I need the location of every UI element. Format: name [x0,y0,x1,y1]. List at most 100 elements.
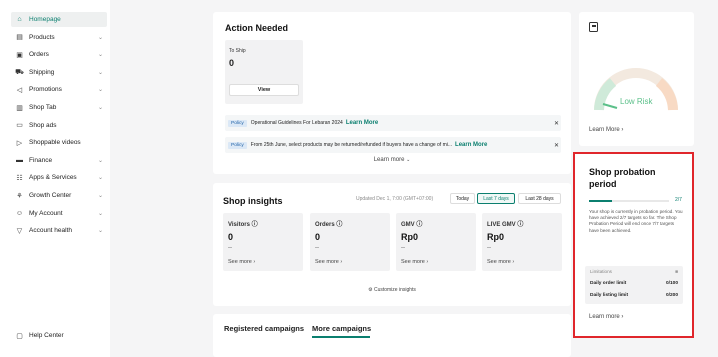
sidebar-item-label: Promotions [29,86,62,94]
action-needed-title: Action Needed [225,23,289,33]
see-more-link[interactable]: See more › [315,259,342,265]
info-icon: ⓘ [416,222,423,228]
action-needed-card: Action Needed To Ship 0 View Policy Oper… [213,12,571,174]
sidebar-item-orders[interactable]: ▣ Orders ⌄ [11,47,107,62]
probation-progress-text: 2/7 [675,197,682,203]
chevron-down-icon: ⌄ [97,87,103,94]
megaphone-icon: ◁ [16,86,23,94]
gauge-needle [602,103,618,109]
sidebar-item-label: Shop Tab [29,104,57,111]
sidebar-item-shop-ads[interactable]: ▭ Shop ads [11,118,107,133]
chevron-down-icon: ⌄ [406,157,411,163]
sidebar-item-promotions[interactable]: ◁ Promotions ⌄ [11,82,107,97]
tab-more-campaigns[interactable]: More campaigns [312,324,371,333]
lock-icon: ■ [674,269,678,275]
chevron-down-icon: ⌄ [97,34,103,41]
customize-label: Customize insights [373,287,416,293]
sidebar-item-label: Shoppable videos [29,139,81,147]
chevron-down-icon: ⌄ [97,157,103,164]
close-icon[interactable]: ✕ [554,142,559,149]
range-7-days-button[interactable]: Last 7 days [477,193,515,204]
clipboard-icon: ▣ [16,51,23,59]
sidebar-item-account-health[interactable]: ▽ Account health ⌄ [11,223,107,238]
chevron-down-icon: ⌄ [97,52,103,59]
metric-change: -- [401,245,405,251]
chevron-down-icon: ⌄ [97,210,103,217]
daily-order-limit-value: 0/100 [665,281,678,286]
metric-value: Rp0 [487,232,505,242]
shield-icon: ▽ [16,227,23,235]
sidebar-item-apps-services[interactable]: ☷ Apps & Services ⌄ [11,170,107,185]
policy-text: From 25th June, select products may be r… [250,142,453,148]
probation-description: Your shop is currently in probation peri… [589,209,683,233]
sidebar-item-finance[interactable]: ▬ Finance ⌄ [11,153,107,168]
range-today-button[interactable]: Today [450,193,475,204]
see-more-link[interactable]: See more › [487,259,514,265]
sidebar-item-shoppable-videos[interactable]: ▷ Shoppable videos [11,135,107,150]
policy-learn-more-link[interactable]: Learn More [455,142,487,148]
box-icon: ▤ [16,34,23,42]
metric-change: -- [487,245,491,251]
metric-value: Rp0 [401,232,419,242]
sidebar-item-growth-center[interactable]: ⚘ Growth Center ⌄ [11,188,107,203]
range-28-days-button[interactable]: Last 28 days [518,193,561,204]
video-icon: ▷ [16,139,23,147]
sidebar-item-label: Finance [29,156,53,164]
chevron-down-icon: ⌄ [97,105,103,111]
metric-label: GMV ⓘ [401,222,423,228]
sidebar-item-shipping[interactable]: ⛟ Shipping ⌄ [11,65,107,80]
metric-visitors: Visitors ⓘ 0 -- See more › [223,213,303,271]
ad-icon: ▭ [16,122,23,130]
limitations-box: Limitations ■ Daily order limit 0/100 Da… [585,266,683,304]
chat-icon: ▢ [16,332,23,340]
sidebar-item-label: Apps & Services [29,174,77,182]
limitations-label: Limitations [590,269,612,274]
policy-tag: Policy [228,141,247,149]
user-icon: ☺ [15,209,24,217]
calculator-icon [589,22,598,32]
to-ship-tile: To Ship 0 View [225,40,303,104]
learn-more-toggle[interactable]: Learn more ⌄ [213,157,571,163]
close-icon[interactable]: ✕ [554,120,559,127]
sidebar-item-products[interactable]: ▤ Products ⌄ [11,30,107,45]
metric-live-gmv: LIVE GMV ⓘ Rp0 -- See more › [482,213,562,271]
updated-timestamp: Updated Dec 1, 7:00 (GMT+07:00) [356,196,434,202]
policy-row: Policy Operational Guidelines For Lebara… [225,115,561,131]
daily-order-limit-label: Daily order limit [590,281,627,286]
sidebar-item-shop-tab[interactable]: ▥ Shop Tab ⌄ [11,100,107,115]
campaigns-card: Registered campaigns More campaigns [213,314,571,357]
sidebar-item-label: Products [29,33,55,41]
policy-text: Operational Guidelines For Lebaran 2024 [250,120,343,126]
policy-learn-more-link[interactable]: Learn More [346,120,378,126]
see-more-link[interactable]: See more › [401,259,428,265]
sidebar-item-homepage[interactable]: ⌂ Homepage [11,12,107,27]
sidebar-item-label: Orders [29,51,49,59]
info-icon: ⓘ [251,222,258,228]
view-button[interactable]: View [229,84,299,96]
metric-gmv: GMV ⓘ Rp0 -- See more › [396,213,476,271]
page-gutter [110,0,211,357]
apps-icon: ☷ [16,174,23,182]
gauge-orange-arc [655,78,678,111]
sidebar-item-label: Homepage [29,16,61,23]
shop-probation-card: Shop probation period 2/7 Your shop is c… [573,152,694,338]
help-center-label: Help Center [29,332,64,339]
probation-learn-more-link[interactable]: Learn more › [589,314,623,320]
policy-row: Policy From 25th June, select products m… [225,137,561,153]
chevron-down-icon: ⌄ [97,69,103,76]
risk-label: Low Risk [620,97,653,106]
help-center-link[interactable]: ▢ Help Center [11,328,107,343]
metric-label: LIVE GMV ⓘ [487,222,524,228]
shop-insights-card: Shop insights Updated Dec 1, 7:00 (GMT+0… [213,183,571,306]
customize-insights-button[interactable]: ⚙ Customize insights [213,287,571,293]
probation-title: Shop probation period [589,167,656,189]
daily-listing-limit-value: 0/200 [665,293,678,298]
see-more-link[interactable]: See more › [228,259,255,265]
health-learn-more-link[interactable]: Learn More › [589,127,623,133]
tab-registered-campaigns[interactable]: Registered campaigns [224,324,304,333]
sidebar-item-my-account[interactable]: ☺ My Account ⌄ [11,206,107,221]
sidebar-item-label: Growth Center [29,192,72,199]
active-tab-indicator [312,336,370,338]
home-icon: ⌂ [17,16,22,23]
sidebar-item-label: Account health [29,227,73,235]
